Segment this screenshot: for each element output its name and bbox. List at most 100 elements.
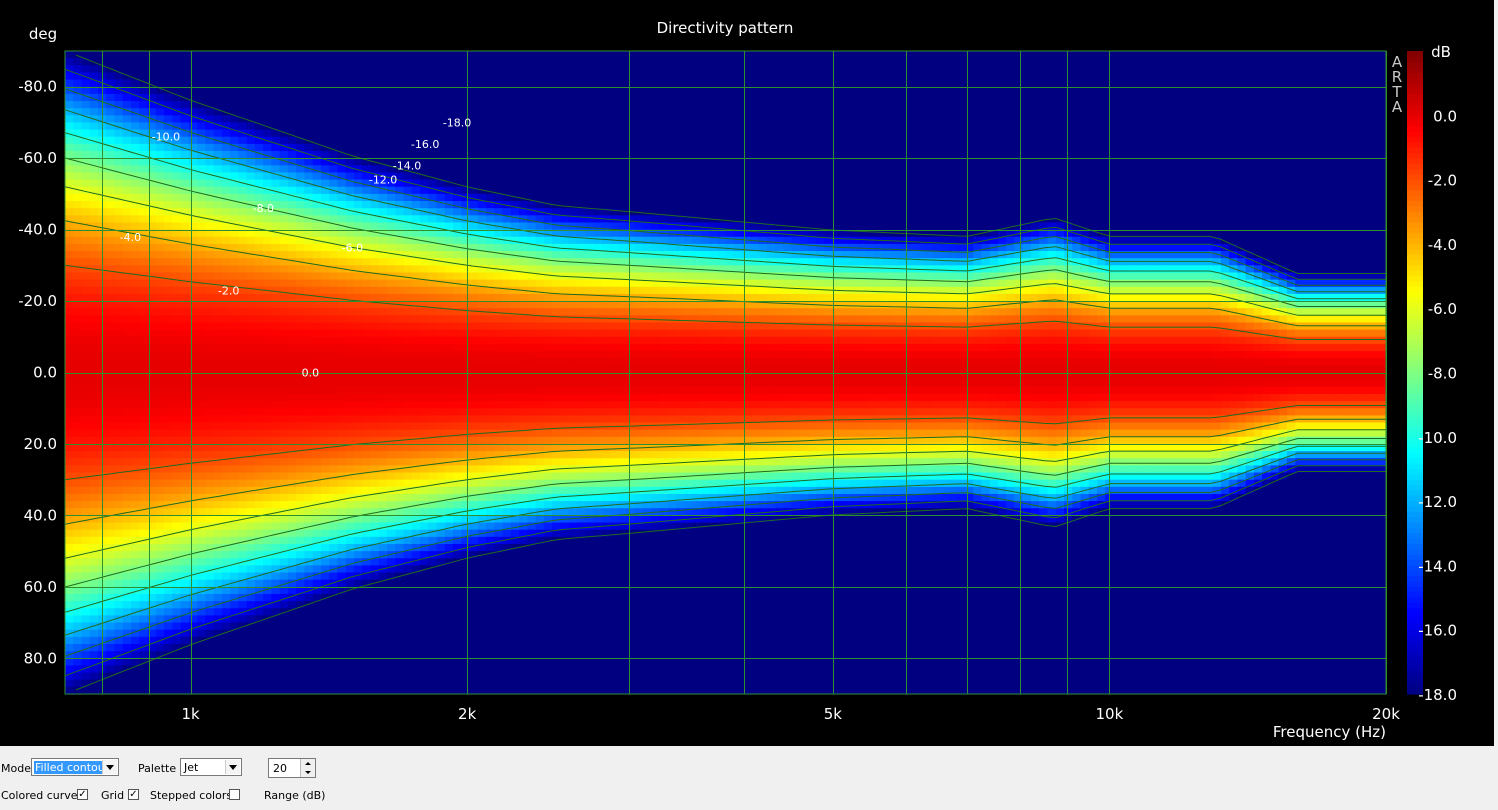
heatmap-cell xyxy=(486,651,495,659)
heatmap-cell xyxy=(213,636,223,645)
heatmap-cell xyxy=(164,243,173,252)
heatmap-cell xyxy=(81,572,91,581)
heatmap-cell xyxy=(312,401,322,409)
heatmap-cell xyxy=(395,315,405,324)
heatmap-cell xyxy=(494,108,504,116)
heatmap-cell xyxy=(378,429,388,438)
heatmap-cell xyxy=(312,172,322,181)
heatmap-cell xyxy=(213,486,223,495)
heatmap-cell xyxy=(131,122,140,131)
heatmap-cell xyxy=(453,422,462,431)
heatmap-cell xyxy=(444,629,454,638)
heatmap-cell xyxy=(453,386,462,395)
heatmap-cell xyxy=(246,336,256,345)
heatmap-cell xyxy=(453,172,462,181)
heatmap-cell xyxy=(494,508,504,516)
heatmap-cell xyxy=(444,436,454,445)
heatmap-cell xyxy=(345,58,355,66)
heatmap-cell xyxy=(73,451,83,459)
heatmap-cell xyxy=(73,215,83,224)
heatmap-cell xyxy=(147,686,157,695)
heatmap-cell xyxy=(353,336,363,345)
heatmap-cell xyxy=(502,179,512,188)
heatmap-cell xyxy=(114,186,124,195)
heatmap-cell xyxy=(320,601,330,609)
heatmap-cell xyxy=(238,501,248,509)
heatmap-cell xyxy=(362,129,372,138)
heatmap-cell xyxy=(114,129,124,138)
heatmap-cell xyxy=(370,601,380,609)
heatmap-cell xyxy=(494,79,504,88)
heatmap-cell xyxy=(155,551,165,559)
heatmap-cell xyxy=(353,58,363,66)
heatmap-cell xyxy=(213,72,223,81)
heatmap-cell xyxy=(164,572,173,581)
heatmap-cell xyxy=(65,279,74,288)
heatmap-cell xyxy=(395,658,405,667)
heatmap-cell xyxy=(213,401,223,409)
heatmap-cell xyxy=(73,301,83,309)
heatmap-cell xyxy=(287,629,297,638)
heatmap-cell xyxy=(337,58,347,66)
heatmap-cell xyxy=(205,336,215,345)
heatmap-cell xyxy=(238,386,248,395)
heatmap-cell xyxy=(337,379,347,388)
heatmap-cell xyxy=(494,158,504,166)
heatmap-cell xyxy=(271,165,281,174)
heatmap-cell xyxy=(122,379,132,388)
heatmap-cell xyxy=(180,443,190,452)
heatmap-cell xyxy=(114,686,124,695)
heatmap-cell xyxy=(386,458,396,466)
heatmap-cell xyxy=(271,258,281,266)
heatmap-cell xyxy=(477,393,487,402)
heatmap-cell xyxy=(353,636,363,645)
heatmap-cell xyxy=(122,322,132,331)
heatmap-cell xyxy=(477,158,487,166)
heatmap-cell xyxy=(370,115,380,124)
heatmap-cell xyxy=(469,151,479,159)
heatmap-cell xyxy=(329,465,339,474)
heatmap-cell xyxy=(362,258,372,266)
heatmap-cell xyxy=(213,315,223,324)
heatmap-cell xyxy=(131,479,140,488)
heatmap-cell xyxy=(428,386,438,395)
heatmap-cell xyxy=(155,643,165,652)
heatmap-cell xyxy=(172,315,182,324)
heatmap-cell xyxy=(461,636,471,645)
heatmap-cell xyxy=(477,322,487,331)
heatmap-cell xyxy=(510,115,520,124)
heatmap-cell xyxy=(345,258,355,266)
heatmap-cell xyxy=(296,458,306,466)
heatmap-cell xyxy=(238,101,248,109)
heatmap-cell xyxy=(453,108,462,116)
heatmap-cell xyxy=(510,422,520,431)
heatmap-cell xyxy=(420,165,429,174)
heatmap-cell xyxy=(378,136,388,145)
heatmap-cell xyxy=(122,443,132,452)
heatmap-cell xyxy=(453,429,462,438)
heatmap-cell xyxy=(345,215,355,224)
heatmap-cell xyxy=(510,665,520,674)
heatmap-cell xyxy=(205,72,215,81)
heatmap-cell xyxy=(213,329,223,338)
heatmap-cell xyxy=(370,558,380,566)
heatmap-cell xyxy=(486,351,495,359)
heatmap-cell xyxy=(461,151,471,159)
heatmap-cell xyxy=(106,551,116,559)
heatmap-cell xyxy=(131,293,140,302)
heatmap-cell xyxy=(81,565,91,574)
heatmap-cell xyxy=(147,665,157,674)
heatmap-cell xyxy=(420,251,429,259)
heatmap-cell xyxy=(510,165,520,174)
heatmap-cell xyxy=(254,665,264,674)
heatmap-cell xyxy=(502,79,512,88)
heatmap-cell xyxy=(106,493,116,502)
heatmap-cell xyxy=(420,601,429,609)
heatmap-cell xyxy=(469,665,479,674)
heatmap-cell xyxy=(395,679,405,688)
heatmap-cell xyxy=(444,529,454,538)
heatmap-cell xyxy=(510,579,520,588)
heatmap-cell xyxy=(238,51,248,59)
heatmap-cell xyxy=(312,158,322,166)
heatmap-cell xyxy=(320,686,330,695)
